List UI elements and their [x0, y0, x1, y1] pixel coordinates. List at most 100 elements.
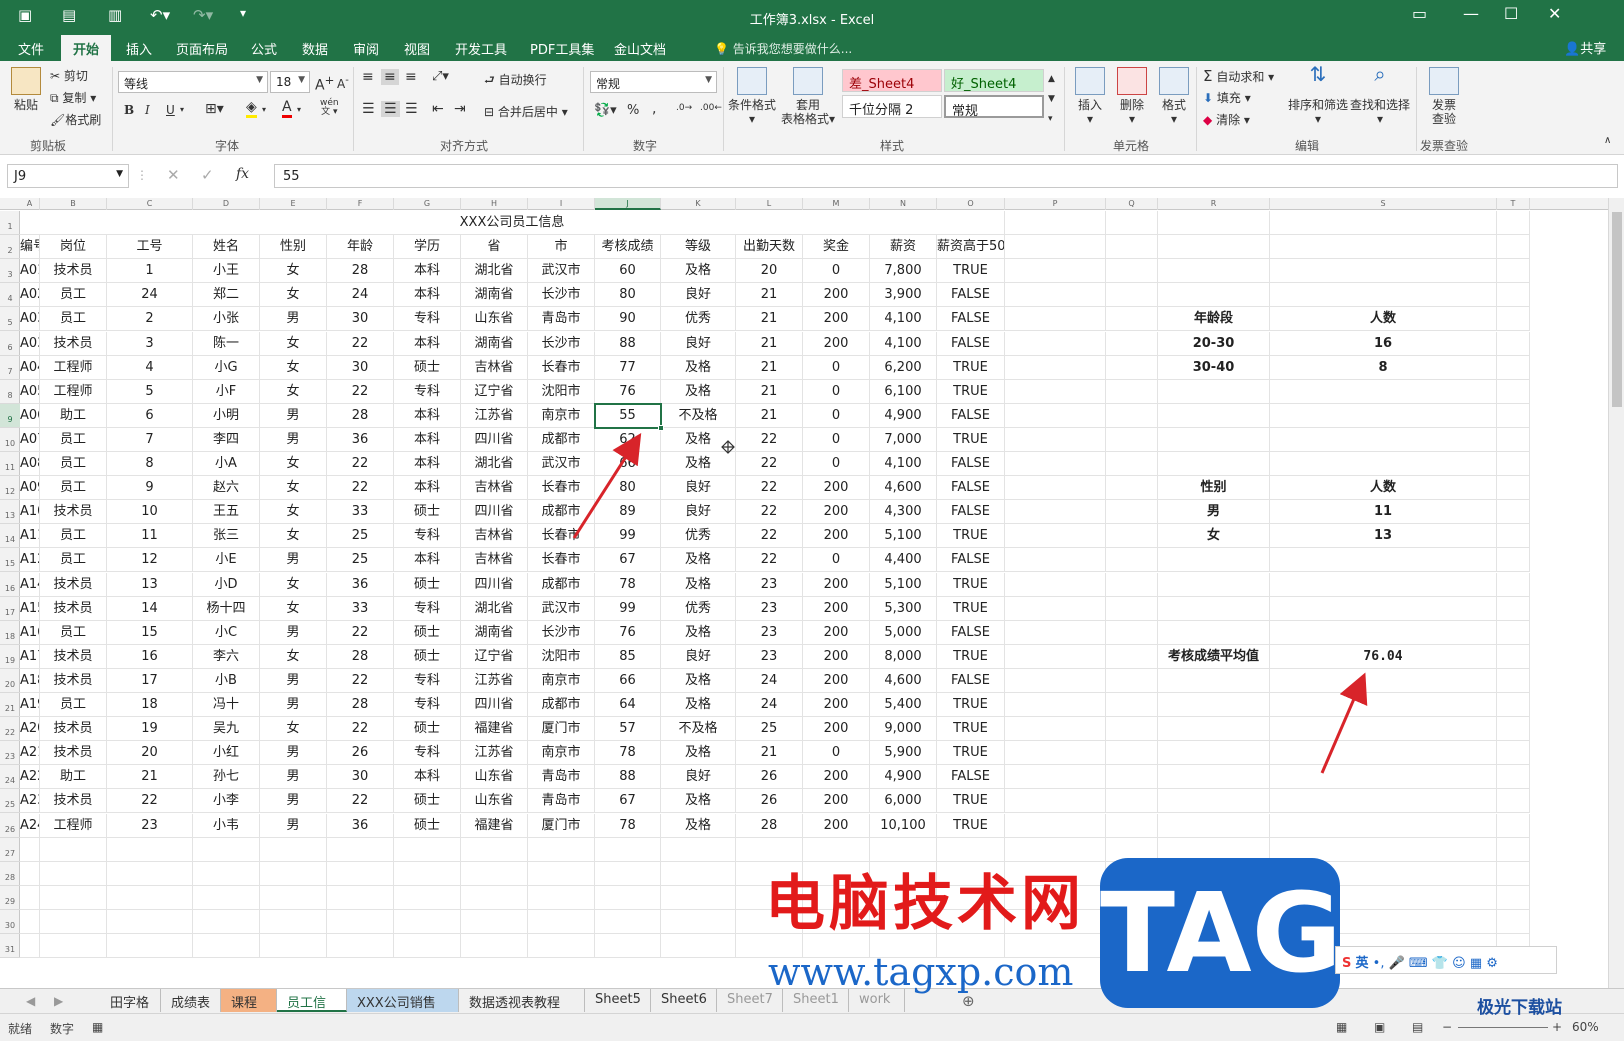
cell[interactable]: FALSE [937, 476, 1005, 501]
cell[interactable]: 吉林省 [461, 476, 528, 501]
underline-button[interactable]: U [166, 103, 175, 117]
cell[interactable] [40, 837, 107, 862]
row-header-13[interactable]: 13 [0, 500, 20, 525]
row-header-19[interactable]: 19 [0, 645, 20, 669]
cell[interactable]: TRUE [937, 524, 1005, 549]
style-good[interactable]: 好_Sheet4 [944, 69, 1044, 92]
decrease-indent-icon[interactable]: ⇤ [432, 101, 444, 117]
cell[interactable]: 武汉市 [528, 259, 595, 284]
cell[interactable] [394, 934, 461, 959]
tab-page-layout[interactable]: 页面布局 [176, 39, 228, 58]
cell[interactable]: 及格 [661, 741, 736, 766]
cell[interactable]: A07 [20, 427, 40, 452]
cell[interactable] [1005, 813, 1106, 838]
cell[interactable] [461, 885, 528, 910]
cell[interactable]: 6,200 [870, 355, 937, 380]
cell[interactable]: 青岛市 [528, 307, 595, 332]
cell[interactable]: 及格 [661, 693, 736, 718]
cell[interactable] [1497, 427, 1530, 452]
cell[interactable]: 0 [803, 259, 870, 284]
sheet-tab[interactable]: Sheet5 [585, 989, 651, 1012]
bold-button[interactable]: B [124, 103, 134, 117]
cell[interactable]: 员工 [40, 693, 107, 718]
cell[interactable]: 江苏省 [461, 403, 528, 428]
tab-view[interactable]: 视图 [404, 39, 430, 58]
conditional-format-button[interactable]: 条件格式 ▾ [728, 67, 776, 126]
cell[interactable]: 良好 [661, 283, 736, 308]
cell[interactable] [1270, 403, 1497, 428]
cell[interactable]: A04 [20, 355, 40, 380]
cell[interactable] [327, 934, 394, 959]
cell[interactable]: 5,100 [870, 572, 937, 597]
cell[interactable]: TRUE [937, 644, 1005, 669]
align-top-icon[interactable]: ≡ [362, 69, 374, 85]
cell[interactable] [1497, 789, 1530, 814]
increase-decimal-icon[interactable]: .0→ [676, 103, 692, 113]
cell[interactable]: 吉林省 [461, 524, 528, 549]
cell[interactable]: 女 [260, 500, 327, 525]
cell[interactable]: 88 [595, 765, 661, 790]
cell[interactable]: 硕士 [394, 500, 461, 525]
cell[interactable]: 21 [736, 379, 803, 404]
cell[interactable]: 山东省 [461, 765, 528, 790]
cell[interactable]: 25 [327, 524, 394, 549]
cell[interactable]: 7 [107, 427, 193, 452]
comma-button[interactable]: , [652, 101, 656, 117]
cell[interactable] [327, 885, 394, 910]
row-header-21[interactable]: 21 [0, 693, 20, 718]
cell[interactable]: 男 [260, 813, 327, 838]
cell[interactable]: 山东省 [461, 789, 528, 814]
italic-button[interactable]: I [145, 103, 150, 117]
cell[interactable]: 本科 [394, 452, 461, 477]
cell[interactable]: 良好 [661, 765, 736, 790]
cell[interactable]: 5,100 [870, 524, 937, 549]
cell[interactable] [260, 934, 327, 959]
cell[interactable] [1106, 259, 1158, 284]
cell[interactable]: 吉林省 [461, 548, 528, 573]
cell[interactable]: 89 [595, 500, 661, 525]
sheet-tab[interactable]: 田字格 [100, 989, 161, 1012]
grow-font-icon[interactable]: A+ [315, 73, 334, 94]
cell[interactable] [1005, 644, 1106, 669]
cell[interactable]: A11 [20, 524, 40, 549]
cell[interactable]: 12 [107, 548, 193, 573]
row-header-22[interactable]: 22 [0, 717, 20, 742]
cell[interactable]: 及格 [661, 789, 736, 814]
style-normal[interactable]: 常规 [944, 95, 1044, 119]
cell[interactable]: FALSE [937, 500, 1005, 525]
column-header-Q[interactable]: Q [1106, 198, 1158, 210]
cell[interactable] [1158, 259, 1270, 284]
cell[interactable] [1270, 765, 1497, 790]
cell[interactable] [1005, 668, 1106, 693]
cell[interactable] [394, 909, 461, 934]
row-header-12[interactable]: 12 [0, 476, 20, 501]
cell[interactable]: 长春市 [528, 524, 595, 549]
next-sheet-icon[interactable]: ▶ [54, 994, 63, 1008]
cell[interactable]: 小E [193, 548, 260, 573]
phonetic-guide-button[interactable]: wén 文 ▾ [320, 99, 339, 117]
cell[interactable]: A03 [20, 331, 40, 356]
cell[interactable]: 及格 [661, 572, 736, 597]
row-header-31[interactable]: 31 [0, 934, 20, 959]
cell[interactable]: 本科 [394, 476, 461, 501]
cell[interactable] [661, 909, 736, 934]
cell[interactable]: 硕士 [394, 620, 461, 645]
cell[interactable]: 本科 [394, 259, 461, 284]
cell[interactable]: 技术员 [40, 259, 107, 284]
cell[interactable]: 22 [736, 452, 803, 477]
cell[interactable]: 22 [327, 717, 394, 742]
row-header-29[interactable]: 29 [0, 886, 20, 910]
cell[interactable] [1005, 452, 1106, 477]
column-header-K[interactable]: K [661, 198, 736, 210]
cell[interactable] [1497, 717, 1530, 742]
cell[interactable]: 女 [260, 355, 327, 380]
cell[interactable]: 77 [595, 355, 661, 380]
sheet-tab[interactable]: XXX公司销售额 [347, 989, 459, 1030]
cell[interactable] [1497, 765, 1530, 790]
row-header-15[interactable]: 15 [0, 548, 20, 573]
column-header-G[interactable]: G [394, 198, 461, 210]
cell[interactable]: 33 [327, 500, 394, 525]
cell[interactable]: FALSE [937, 331, 1005, 356]
row-header-7[interactable]: 7 [0, 356, 20, 380]
increase-indent-icon[interactable]: ⇥ [454, 101, 466, 117]
